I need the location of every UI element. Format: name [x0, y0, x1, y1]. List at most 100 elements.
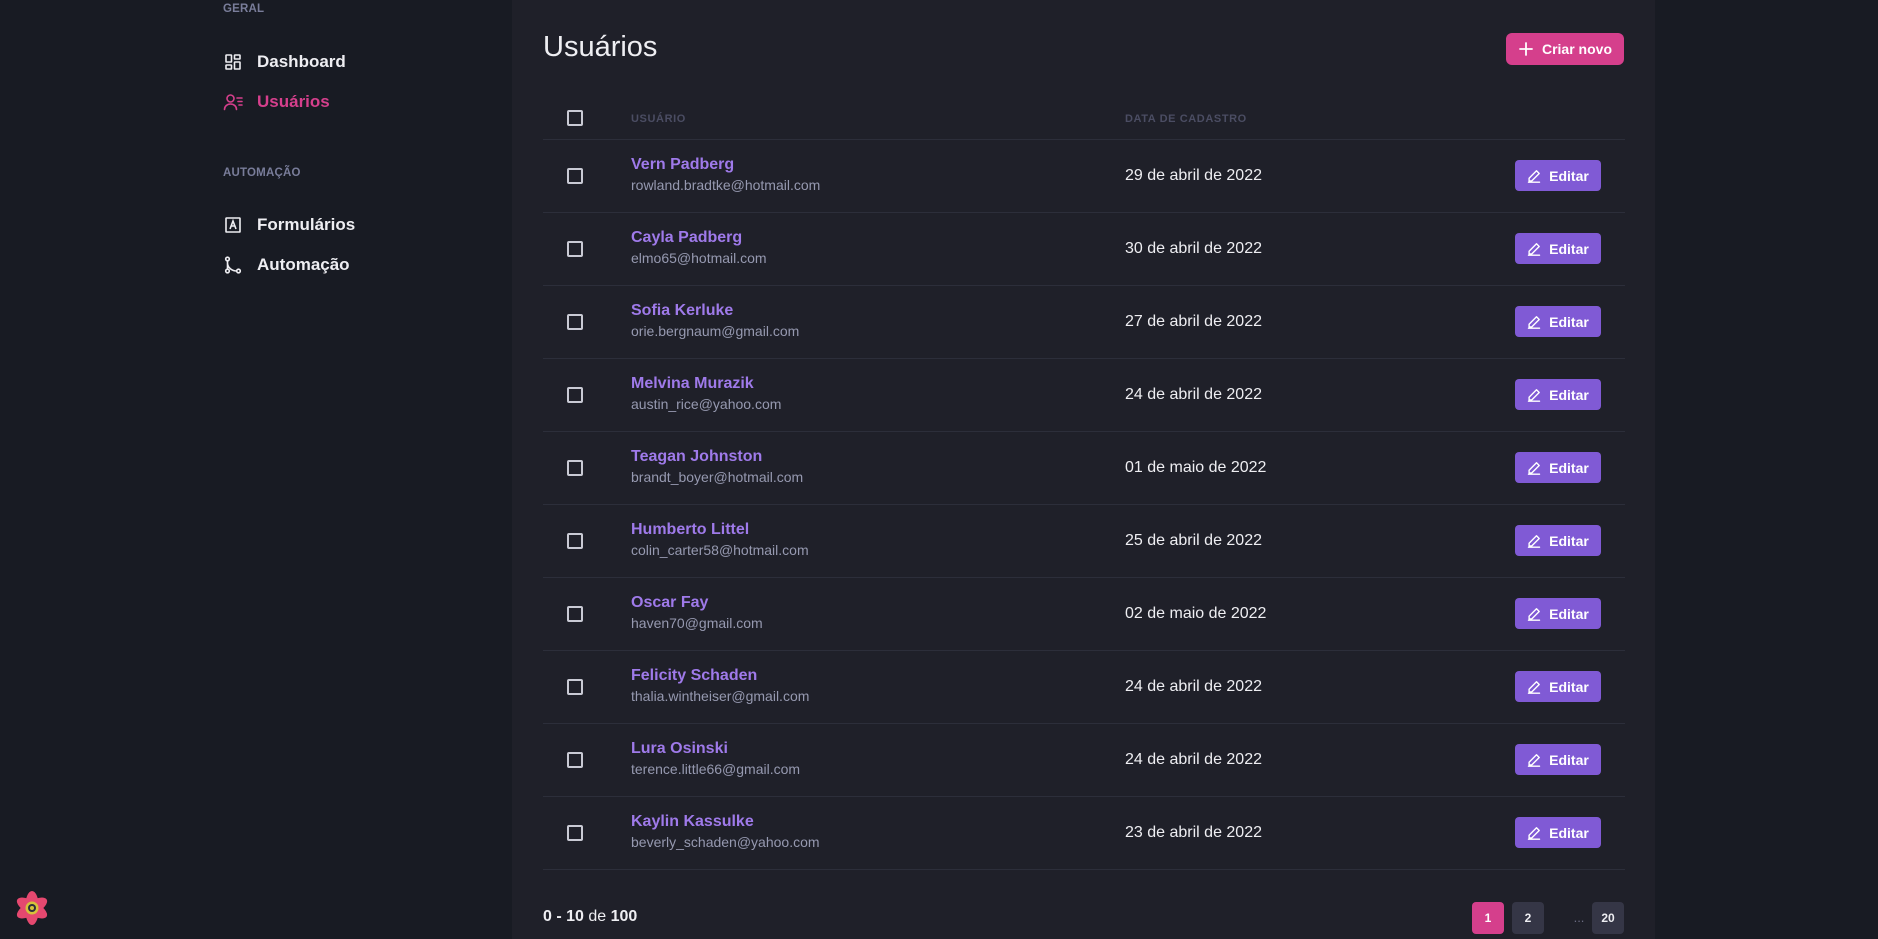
table-row: Vern Padberg rowland.bradtke@hotmail.com 2… [543, 140, 1625, 213]
pencil-icon [1527, 680, 1541, 694]
registration-date: 25 de abril de 2022 [1125, 532, 1262, 549]
user-name[interactable]: Felicity Schaden [631, 667, 757, 685]
pagination-ellipsis: ... [1573, 910, 1585, 925]
pencil-icon [1527, 534, 1541, 548]
sidebar-item-usuarios[interactable]: Usuários [223, 92, 330, 112]
page-button-2[interactable]: 2 [1512, 902, 1544, 934]
edit-button[interactable]: Editar [1515, 598, 1601, 629]
sidebar-item-formularios[interactable]: Formulários [223, 215, 355, 235]
table-row: Melvina Murazik austin_rice@yahoo.com 24 d… [543, 359, 1625, 432]
sidebar-item-automacao[interactable]: Automação [223, 255, 350, 275]
sidebar-section-title-geral: GERAL [223, 3, 265, 15]
table-row: Lura Osinski terence.little66@gmail.com 24… [543, 724, 1625, 797]
sidebar-item-label: Dashboard [257, 52, 346, 71]
table-row: Teagan Johnston brandt_boyer@hotmail.com 0… [543, 432, 1625, 505]
sidebar-item-dashboard[interactable]: Dashboard [223, 52, 346, 72]
row-checkbox[interactable] [567, 168, 583, 184]
user-name[interactable]: Melvina Murazik [631, 375, 754, 393]
table-header: USUÁRIO DATA DE CADASTRO [543, 100, 1625, 140]
user-name[interactable]: Sofia Kerluke [631, 302, 733, 320]
users-icon [223, 92, 243, 112]
react-logo-icon[interactable] [12, 888, 52, 928]
pencil-icon [1527, 315, 1541, 329]
range-start: 0 [543, 908, 552, 925]
select-all-checkbox[interactable] [567, 110, 583, 126]
registration-date: 23 de abril de 2022 [1125, 824, 1262, 841]
user-email: rowland.bradtke@hotmail.com [631, 177, 821, 193]
users-table: USUÁRIO DATA DE CADASTRO Vern Padberg row… [543, 100, 1625, 870]
edit-label: Editar [1549, 240, 1589, 257]
range-separator: - [551, 908, 567, 925]
pagination-range: 0 - 10 de 100 [543, 908, 637, 926]
column-header-user: USUÁRIO [631, 113, 686, 125]
edit-label: Editar [1549, 459, 1589, 476]
user-email: austin_rice@yahoo.com [631, 396, 782, 412]
row-checkbox[interactable] [567, 825, 583, 841]
registration-date: 29 de abril de 2022 [1125, 167, 1262, 184]
create-new-button[interactable]: Criar novo [1506, 33, 1624, 65]
table-row: Sofia Kerluke orie.bergnaum@gmail.com 27 d… [543, 286, 1625, 359]
edit-label: Editar [1549, 605, 1589, 622]
user-email: brandt_boyer@hotmail.com [631, 469, 804, 485]
edit-label: Editar [1549, 313, 1589, 330]
edit-button[interactable]: Editar [1515, 306, 1601, 337]
pencil-icon [1527, 607, 1541, 621]
user-email: elmo65@hotmail.com [631, 250, 767, 266]
form-icon [223, 215, 243, 235]
registration-date: 30 de abril de 2022 [1125, 240, 1262, 257]
edit-button[interactable]: Editar [1515, 379, 1601, 410]
edit-button[interactable]: Editar [1515, 671, 1601, 702]
edit-label: Editar [1549, 532, 1589, 549]
git-branch-icon [223, 255, 243, 275]
table-row: Oscar Fay haven70@gmail.com 02 de maio de … [543, 578, 1625, 651]
edit-button[interactable]: Editar [1515, 525, 1601, 556]
row-checkbox[interactable] [567, 752, 583, 768]
user-name[interactable]: Cayla Padberg [631, 229, 742, 247]
user-name[interactable]: Vern Padberg [631, 156, 734, 174]
edit-button[interactable]: Editar [1515, 817, 1601, 848]
page-title: Usuários [543, 31, 658, 63]
row-checkbox[interactable] [567, 533, 583, 549]
table-row: Cayla Padberg elmo65@hotmail.com 30 de abr… [543, 213, 1625, 286]
table-row: Humberto Littel colin_carter58@hotmail.co… [543, 505, 1625, 578]
row-checkbox[interactable] [567, 314, 583, 330]
user-name[interactable]: Humberto Littel [631, 521, 749, 539]
table-row: Kaylin Kassulke beverly_schaden@yahoo.com… [543, 797, 1625, 870]
edit-label: Editar [1549, 751, 1589, 768]
user-email: thalia.wintheiser@gmail.com [631, 688, 810, 704]
edit-button[interactable]: Editar [1515, 744, 1601, 775]
registration-date: 24 de abril de 2022 [1125, 678, 1262, 695]
row-checkbox[interactable] [567, 679, 583, 695]
sidebar-item-label: Formulários [257, 215, 356, 234]
user-name[interactable]: Oscar Fay [631, 594, 708, 612]
range-total: 100 [610, 908, 638, 925]
sidebar-item-label: Usuários [257, 92, 330, 111]
registration-date: 02 de maio de 2022 [1125, 605, 1267, 622]
range-of-label: de [583, 908, 611, 925]
pencil-icon [1527, 169, 1541, 183]
registration-date: 24 de abril de 2022 [1125, 751, 1262, 768]
edit-button[interactable]: Editar [1515, 452, 1601, 483]
user-name[interactable]: Lura Osinski [631, 740, 728, 758]
row-checkbox[interactable] [567, 460, 583, 476]
user-name[interactable]: Teagan Johnston [631, 448, 762, 466]
row-checkbox[interactable] [567, 241, 583, 257]
page-button-1[interactable]: 1 [1472, 902, 1504, 934]
user-email: colin_carter58@hotmail.com [631, 542, 809, 558]
sidebar-section-title-automacao: AUTOMAÇÃO [223, 167, 301, 179]
edit-button[interactable]: Editar [1515, 160, 1601, 191]
pencil-icon [1527, 753, 1541, 767]
table-body: Vern Padberg rowland.bradtke@hotmail.com 2… [543, 140, 1625, 870]
edit-label: Editar [1549, 386, 1589, 403]
sidebar-item-label: Automação [257, 255, 350, 274]
registration-date: 01 de maio de 2022 [1125, 459, 1267, 476]
edit-button[interactable]: Editar [1515, 233, 1601, 264]
user-name[interactable]: Kaylin Kassulke [631, 813, 754, 831]
pencil-icon [1527, 461, 1541, 475]
row-checkbox[interactable] [567, 606, 583, 622]
registration-date: 24 de abril de 2022 [1125, 386, 1262, 403]
range-end: 10 [566, 908, 584, 925]
page-button-20[interactable]: 20 [1592, 902, 1624, 934]
row-checkbox[interactable] [567, 387, 583, 403]
user-email: terence.little66@gmail.com [631, 761, 801, 777]
